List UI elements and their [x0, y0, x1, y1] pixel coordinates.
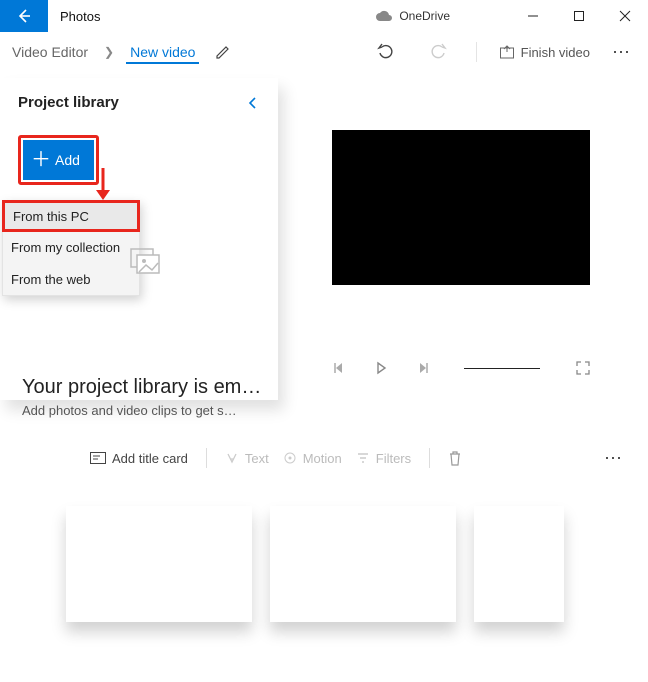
- cloud-icon: [375, 10, 393, 22]
- back-button[interactable]: [0, 0, 48, 32]
- library-empty-heading: Your project library is em…: [22, 376, 266, 399]
- add-button[interactable]: ＋ Add: [23, 140, 94, 180]
- rename-button[interactable]: [215, 44, 231, 60]
- maximize-icon: [573, 10, 585, 22]
- fullscreen-button[interactable]: [576, 361, 590, 375]
- window-minimize[interactable]: [510, 0, 556, 32]
- export-icon: [499, 44, 515, 60]
- storyboard-slot[interactable]: [474, 506, 564, 622]
- add-title-card-button[interactable]: Add title card: [90, 451, 188, 466]
- plus-icon: ＋: [31, 150, 51, 170]
- delete-button[interactable]: [448, 450, 462, 466]
- play-icon: [374, 361, 388, 375]
- breadcrumb-current[interactable]: New video: [126, 40, 199, 64]
- minimize-icon: [527, 10, 539, 22]
- close-icon: [619, 10, 631, 22]
- menu-item-from-my-collection[interactable]: From my collection: [3, 231, 139, 263]
- filters-button[interactable]: Filters: [356, 451, 411, 466]
- divider: [429, 448, 430, 468]
- video-preview[interactable]: [332, 130, 590, 285]
- timeline-more-button[interactable]: ⋯: [596, 448, 632, 469]
- redo-button[interactable]: [416, 36, 460, 68]
- expand-icon: [576, 361, 590, 375]
- finish-video-button[interactable]: Finish video: [493, 44, 596, 60]
- title-bar: Photos OneDrive: [0, 0, 648, 32]
- collapse-library-button[interactable]: [246, 96, 260, 110]
- nav-toolbar: Video Editor ❯ New video Finish video ⋯: [0, 32, 648, 72]
- prev-frame-button[interactable]: [332, 361, 346, 375]
- player-controls: [332, 350, 590, 386]
- onedrive-label: OneDrive: [399, 9, 450, 23]
- storyboard: [66, 506, 564, 622]
- redo-icon: [429, 43, 447, 61]
- breadcrumb-root[interactable]: Video Editor: [8, 40, 92, 64]
- annotation-highlight-add: ＋ Add: [18, 135, 99, 185]
- chevron-right-icon: ❯: [104, 45, 114, 59]
- motion-icon: [283, 451, 297, 465]
- motion-button[interactable]: Motion: [283, 451, 342, 466]
- divider: [476, 42, 477, 62]
- add-title-card-label: Add title card: [112, 451, 188, 466]
- ellipsis-icon: ⋯: [612, 42, 632, 62]
- image-placeholder-icon: [130, 248, 160, 274]
- storyboard-slot[interactable]: [270, 506, 456, 622]
- text-icon: [225, 451, 239, 465]
- filters-icon: [356, 451, 370, 465]
- divider: [206, 448, 207, 468]
- chevron-left-icon: [246, 96, 260, 110]
- window-maximize[interactable]: [556, 0, 602, 32]
- timeline-toolbar: Add title card Text Motion Filters ⋯: [0, 438, 648, 478]
- trash-icon: [448, 450, 462, 466]
- window-close[interactable]: [602, 0, 648, 32]
- play-button[interactable]: [374, 361, 388, 375]
- onedrive-status[interactable]: OneDrive: [375, 9, 450, 23]
- pencil-icon: [215, 44, 231, 60]
- title-card-icon: [90, 452, 106, 464]
- ellipsis-icon: ⋯: [604, 448, 624, 468]
- step-back-icon: [332, 361, 346, 375]
- next-frame-button[interactable]: [416, 361, 430, 375]
- filters-label: Filters: [376, 451, 411, 466]
- text-button[interactable]: Text: [225, 451, 269, 466]
- add-menu: From this PC From my collection From the…: [2, 200, 140, 296]
- undo-icon: [377, 43, 395, 61]
- add-button-label: Add: [55, 152, 80, 168]
- annotation-arrow-icon: [94, 168, 112, 202]
- more-button[interactable]: ⋯: [604, 42, 640, 63]
- app-title: Photos: [60, 9, 100, 24]
- motion-label: Motion: [303, 451, 342, 466]
- menu-item-from-this-pc[interactable]: From this PC: [2, 200, 140, 232]
- progress-bar[interactable]: [464, 368, 540, 369]
- library-empty-subtext: Add photos and video clips to get s…: [22, 403, 266, 418]
- step-forward-icon: [416, 361, 430, 375]
- arrow-left-icon: [16, 8, 32, 24]
- menu-item-from-the-web[interactable]: From the web: [3, 263, 139, 295]
- project-library-title: Project library: [18, 94, 119, 111]
- text-label: Text: [245, 451, 269, 466]
- undo-button[interactable]: [364, 36, 408, 68]
- finish-video-label: Finish video: [521, 45, 590, 60]
- storyboard-slot[interactable]: [66, 506, 252, 622]
